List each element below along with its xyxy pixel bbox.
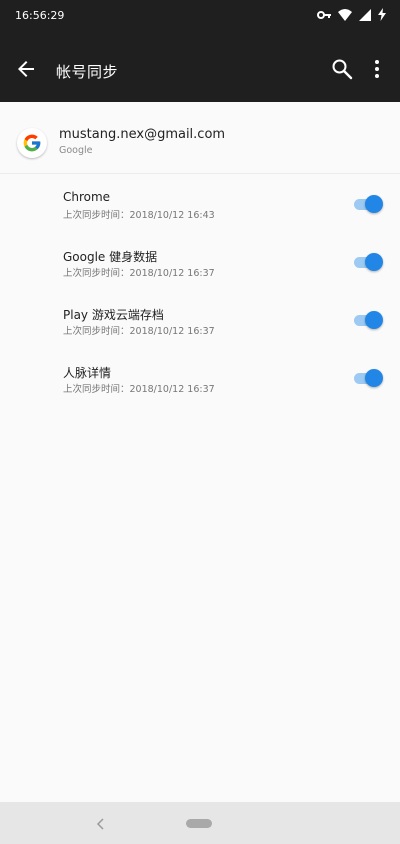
status-icons (317, 8, 386, 21)
sync-item-name: 人脉详情 (63, 366, 112, 380)
account-header: mustang.nex@gmail.com Google (0, 102, 400, 174)
account-provider: Google (59, 145, 93, 156)
status-bar: 16:56:29 (0, 0, 400, 30)
page-title: 帐号同步 (56, 63, 119, 81)
sync-item-last-sync: 上次同步时间：2018/10/12 16:43 (63, 210, 215, 221)
toggle-thumb (365, 253, 383, 271)
signal-icon (359, 8, 371, 21)
sync-item-last-sync: 上次同步时间：2018/10/12 16:37 (63, 384, 215, 395)
nav-bar (0, 802, 400, 844)
battery-charging-icon (378, 8, 386, 21)
sync-toggle[interactable] (354, 252, 384, 272)
wifi-icon (338, 8, 352, 21)
toggle-thumb (365, 195, 383, 213)
sync-list: Chrome 上次同步时间：2018/10/12 16:43 Google 健身… (0, 175, 400, 407)
sync-toggle[interactable] (354, 368, 384, 388)
sync-toggle[interactable] (354, 194, 384, 214)
toggle-thumb (365, 311, 383, 329)
app-bar: 帐号同步 (0, 30, 400, 102)
sync-item-name: Play 游戏云端存档 (63, 308, 164, 322)
sync-item-chrome[interactable]: Chrome 上次同步时间：2018/10/12 16:43 (0, 175, 400, 233)
search-icon[interactable] (330, 57, 354, 81)
sync-item-name: Google 健身数据 (63, 250, 158, 264)
more-vert-icon[interactable] (368, 59, 386, 79)
sync-item-last-sync: 上次同步时间：2018/10/12 16:37 (63, 326, 215, 337)
sync-toggle[interactable] (354, 310, 384, 330)
toggle-thumb (365, 369, 383, 387)
sync-item-last-sync: 上次同步时间：2018/10/12 16:37 (63, 268, 215, 279)
status-time: 16:56:29 (15, 9, 65, 22)
screen: 16:56:29 帐号同步 mustang.nex@gmail.com Goog… (0, 0, 400, 844)
home-pill-icon[interactable] (186, 819, 212, 828)
account-email: mustang.nex@gmail.com (59, 127, 226, 142)
key-icon (317, 10, 331, 20)
sync-item-google-fit[interactable]: Google 健身数据 上次同步时间：2018/10/12 16:37 (0, 233, 400, 291)
back-arrow-icon[interactable] (14, 57, 38, 81)
sync-item-contacts[interactable]: 人脉详情 上次同步时间：2018/10/12 16:37 (0, 349, 400, 407)
sync-item-play-games[interactable]: Play 游戏云端存档 上次同步时间：2018/10/12 16:37 (0, 291, 400, 349)
google-logo-icon (17, 128, 47, 158)
nav-back-icon[interactable] (95, 816, 107, 830)
sync-item-name: Chrome (63, 190, 111, 204)
